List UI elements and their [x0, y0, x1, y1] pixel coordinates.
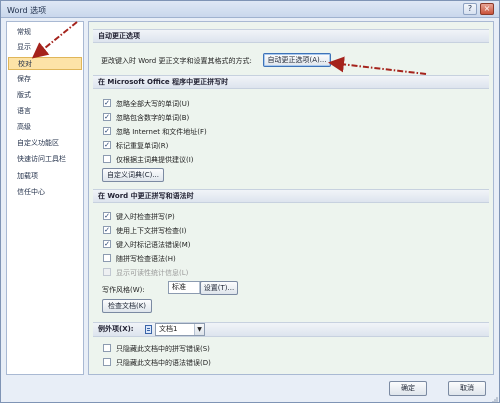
autocorrect-description: 更改键入时 Word 更正文字和设置其格式的方式: [101, 57, 252, 65]
hide-spelling-errors-label: 只隐藏此文档中的拼写错误(S) [116, 345, 210, 353]
contextual-spelling-checkbox[interactable]: ✓ [103, 226, 111, 234]
ignore-uppercase-checkbox[interactable]: ✓ [103, 99, 111, 107]
writing-style-value: 标准 [172, 283, 186, 291]
title-bar[interactable]: Word 选项 ? × [1, 1, 499, 18]
flag-repeated-words-checkbox[interactable]: ✓ [103, 141, 111, 149]
exceptions-label: 例外项(X): [98, 325, 134, 333]
autocorrect-options-button[interactable]: 自动更正选项(A)... [263, 53, 331, 67]
mark-grammar-errors-label: 键入时标记语法错误(M) [116, 241, 191, 249]
chevron-down-icon: ▼ [194, 324, 204, 335]
sidebar-item-language[interactable]: 语言 [8, 105, 82, 118]
check-document-button[interactable]: 检查文档(K) [102, 299, 152, 313]
close-icon[interactable]: × [480, 3, 494, 15]
word-options-dialog: Word 选项 ? × 常规 显示 校对 保存 版式 语言 高级 自定义功能区 … [0, 0, 500, 403]
exceptions-document-select[interactable]: 文档1 ▼ [155, 323, 205, 336]
sidebar-item-advanced[interactable]: 高级 [8, 121, 82, 134]
hide-grammar-errors-label: 只隐藏此文档中的语法错误(D) [116, 359, 211, 367]
main-dictionary-only-checkbox[interactable] [103, 155, 111, 163]
section-header-word-spelling: 在 Word 中更正拼写和语法时 [93, 189, 489, 203]
flag-repeated-words-label: 标记重复单词(R) [116, 142, 169, 150]
ignore-internet-addresses-label: 忽略 Internet 和文件地址(F) [116, 128, 207, 136]
help-icon[interactable]: ? [463, 3, 477, 15]
proofing-panel: 自动更正选项 更改键入时 Word 更正文字和设置其格式的方式: 自动更正选项(… [88, 21, 494, 375]
check-grammar-with-spelling-label: 随拼写检查语法(H) [116, 255, 176, 263]
ignore-internet-addresses-checkbox[interactable]: ✓ [103, 127, 111, 135]
ignore-uppercase-label: 忽略全部大写的单词(U) [116, 100, 190, 108]
check-spelling-as-you-type-checkbox[interactable]: ✓ [103, 212, 111, 220]
resize-grip-icon[interactable] [490, 395, 498, 403]
sidebar-item-layout[interactable]: 版式 [8, 89, 82, 102]
mark-grammar-errors-checkbox[interactable]: ✓ [103, 240, 111, 248]
check-grammar-with-spelling-checkbox[interactable] [103, 254, 111, 262]
document-icon [145, 325, 152, 334]
hide-grammar-errors-checkbox[interactable] [103, 358, 111, 366]
writing-style-label: 写作风格(W): [102, 286, 145, 294]
section-header-office-spelling: 在 Microsoft Office 程序中更正拼写时 [93, 75, 489, 89]
sidebar-item-proofing[interactable]: 校对 [8, 57, 82, 70]
exceptions-document-value: 文档1 [159, 325, 178, 333]
hide-spelling-errors-checkbox[interactable] [103, 344, 111, 352]
ok-button[interactable]: 确定 [389, 381, 427, 396]
section-header-autocorrect: 自动更正选项 [93, 29, 489, 43]
window-title: Word 选项 [7, 6, 47, 15]
sidebar-item-display[interactable]: 显示 [8, 41, 82, 54]
sidebar-item-save[interactable]: 保存 [8, 73, 82, 86]
readability-statistics-checkbox [103, 268, 111, 276]
contextual-spelling-label: 使用上下文拼写检查(I) [116, 227, 187, 235]
writing-style-settings-button[interactable]: 设置(T)... [200, 281, 238, 295]
custom-dictionaries-button[interactable]: 自定义词典(C)... [102, 168, 164, 182]
section-header-exceptions: 例外项(X): [93, 322, 489, 337]
sidebar-item-trust-center[interactable]: 信任中心 [8, 186, 82, 199]
main-dictionary-only-label: 仅根据主词典提供建议(I) [116, 156, 194, 164]
sidebar-item-add-ins[interactable]: 加载项 [8, 170, 82, 183]
check-spelling-as-you-type-label: 键入时检查拼写(P) [116, 213, 175, 221]
sidebar-item-quick-access-toolbar[interactable]: 快速访问工具栏 [8, 153, 82, 166]
sidebar-item-general[interactable]: 常规 [8, 26, 82, 39]
ignore-numbers-label: 忽略包含数字的单词(B) [116, 114, 190, 122]
readability-statistics-label: 显示可读性统计信息(L) [116, 269, 189, 277]
cancel-button[interactable]: 取消 [448, 381, 486, 396]
ignore-numbers-checkbox[interactable]: ✓ [103, 113, 111, 121]
options-sidebar: 常规 显示 校对 保存 版式 语言 高级 自定义功能区 快速访问工具栏 加载项 … [6, 21, 84, 375]
sidebar-item-customize-ribbon[interactable]: 自定义功能区 [8, 137, 82, 150]
